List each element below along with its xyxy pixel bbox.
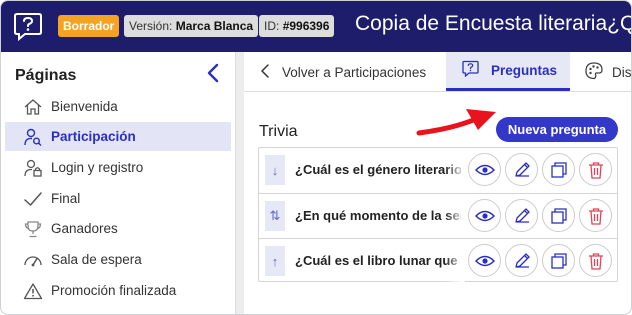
tab-back-label: Volver a Participaciones (282, 64, 427, 80)
sidebar-scrollbar[interactable] (235, 52, 244, 314)
sidebar-item-final[interactable]: Final (5, 184, 231, 213)
move-up-handle[interactable]: ↑ (265, 246, 285, 276)
question-text: ¿Cuál es el género literario (295, 162, 461, 177)
trash-icon (588, 161, 603, 179)
sidebar-item-ganadores[interactable]: Ganadores (5, 214, 231, 243)
move-down-handle[interactable]: ↓ (265, 155, 285, 185)
annotation-arrow (416, 109, 496, 136)
palette-icon (584, 61, 604, 84)
version-value: Marca Blanca (175, 19, 254, 33)
id-label: ID: (264, 19, 280, 33)
sidebar-item-label: Login y registro (51, 160, 144, 175)
eye-icon (474, 164, 495, 175)
version-badge: Versión: Marca Blanca (124, 15, 259, 37)
tab-diseno-label: Dis (612, 64, 632, 80)
edit-button[interactable] (505, 244, 538, 277)
duplicate-button[interactable] (542, 153, 575, 186)
speedometer-icon (23, 251, 43, 269)
sidebar-item-login[interactable]: Login y registro (5, 153, 231, 182)
sidebar-item-label: Sala de espera (51, 252, 142, 267)
chevron-left-icon[interactable] (205, 62, 221, 84)
trash-icon (588, 207, 603, 225)
copy-icon (550, 252, 567, 269)
page-title: Copia de Encuesta literaria¿Qué (355, 12, 632, 35)
app-window: Borrador Versión: Marca Blanca ID: #9963… (0, 0, 632, 315)
edit-button[interactable] (505, 153, 538, 186)
status-badge: Borrador (58, 15, 120, 37)
tab-bar: Volver a Participaciones Preguntas Dis (244, 52, 632, 92)
question-row: ↓ ¿Cuál es el género literario (259, 148, 617, 192)
sidebar-item-participacion[interactable]: Participación (5, 122, 231, 151)
id-badge: ID: #996396 (259, 15, 335, 37)
edit-button[interactable] (505, 199, 538, 232)
trophy-icon (23, 220, 43, 238)
question-row: ⇅ ¿En qué momento de la ser (259, 193, 617, 238)
pencil-icon (514, 252, 530, 268)
sidebar-item-label: Final (51, 191, 81, 206)
question-list: ↓ ¿Cuál es el género literario ⇅ ¿En qué… (258, 147, 618, 283)
copy-icon (550, 161, 567, 178)
user-search-icon (23, 128, 43, 146)
delete-button[interactable] (579, 244, 612, 277)
tab-diseno[interactable]: Dis (584, 52, 632, 92)
section-title: Trivia (259, 123, 298, 140)
duplicate-button[interactable] (542, 199, 575, 232)
view-button[interactable] (468, 199, 501, 232)
help-square-icon[interactable] (13, 11, 43, 41)
sidebar-item-promocion-finalizada[interactable]: Promoción finalizada (5, 276, 231, 305)
sidebar-item-label: Promoción finalizada (51, 283, 177, 298)
tab-back[interactable]: Volver a Participaciones (260, 52, 426, 92)
help-square-icon (462, 60, 479, 80)
sidebar-item-bienvenida[interactable]: Bienvenida (5, 92, 231, 121)
duplicate-button[interactable] (542, 244, 575, 277)
tab-preguntas-label: Preguntas (491, 62, 558, 78)
home-icon (23, 98, 43, 116)
eye-icon (474, 210, 495, 221)
id-value: #996396 (282, 19, 330, 33)
eye-icon (474, 255, 495, 266)
warning-icon (23, 282, 43, 300)
sidebar-heading: Páginas (15, 67, 77, 84)
reorder-handle[interactable]: ⇅ (265, 201, 285, 231)
pencil-icon (514, 161, 530, 177)
sidebar-item-label: Bienvenida (51, 99, 118, 114)
sidebar-item-label: Ganadores (51, 221, 118, 236)
new-question-button[interactable]: Nueva pregunta (496, 117, 618, 142)
trash-icon (588, 252, 603, 270)
pencil-icon (514, 207, 530, 223)
question-row: ↑ ¿Cuál es el libro lunar que (259, 238, 617, 283)
version-label: Versión: (129, 19, 173, 33)
view-button[interactable] (468, 153, 501, 186)
sidebar-item-sala-de-espera[interactable]: Sala de espera (5, 245, 231, 274)
top-bar: Borrador Versión: Marca Blanca ID: #9963… (1, 1, 632, 52)
question-text: ¿Cuál es el libro lunar que (295, 253, 458, 268)
sidebar: Páginas Bienvenida Participación Login y… (1, 52, 235, 314)
tab-preguntas[interactable]: Preguntas (446, 52, 570, 91)
delete-button[interactable] (579, 153, 612, 186)
question-text: ¿En qué momento de la ser (295, 208, 461, 223)
copy-icon (550, 207, 567, 224)
view-button[interactable] (468, 244, 501, 277)
user-lock-icon (23, 159, 43, 177)
chevron-left-icon (260, 63, 270, 82)
sidebar-item-label: Participación (51, 129, 136, 144)
checkmark-icon (23, 190, 43, 208)
delete-button[interactable] (579, 199, 612, 232)
